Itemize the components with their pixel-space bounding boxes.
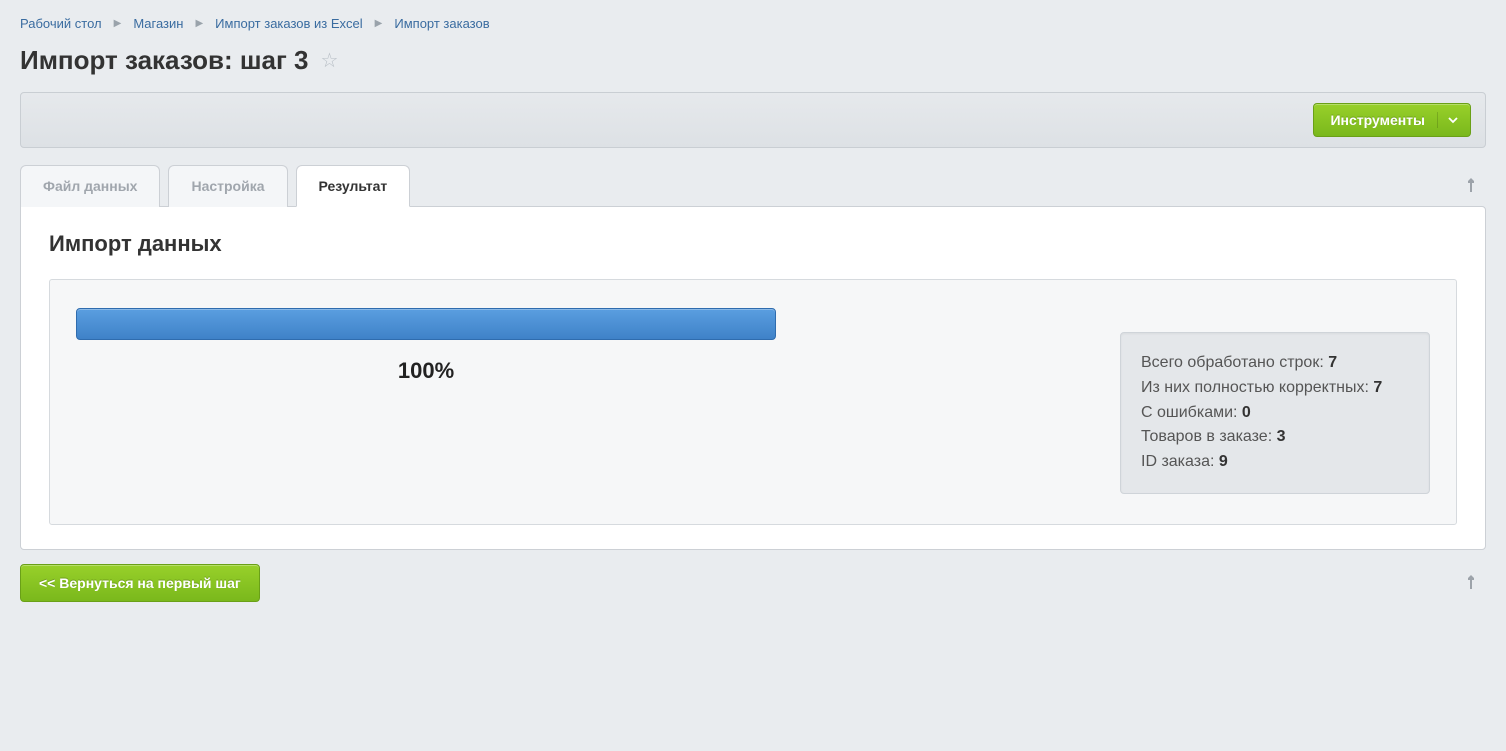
tools-button-label: Инструменты bbox=[1330, 112, 1425, 128]
footer-row: << Вернуться на первый шаг bbox=[20, 564, 1486, 602]
stat-total-value: 7 bbox=[1328, 354, 1337, 371]
content-panel: Импорт данных 100% Всего обработано стро… bbox=[20, 206, 1486, 550]
stat-correct-label: Из них полностью корректных: bbox=[1141, 379, 1369, 396]
tabs-row: Файл данных Настройка Результат bbox=[20, 164, 1486, 206]
toolbar: Инструменты bbox=[20, 92, 1486, 148]
page-title: Импорт заказов: шаг 3 bbox=[20, 45, 309, 76]
stat-orderid-value: 9 bbox=[1219, 453, 1228, 470]
progress-percent: 100% bbox=[76, 358, 776, 384]
tools-button[interactable]: Инструменты bbox=[1313, 103, 1471, 137]
chevron-right-icon: ▶ bbox=[369, 18, 389, 29]
stat-correct-rows: Из них полностью корректных: 7 bbox=[1141, 376, 1409, 401]
stat-items-in-order: Товаров в заказе: 3 bbox=[1141, 425, 1409, 450]
tabs: Файл данных Настройка Результат bbox=[20, 164, 1456, 206]
stat-total-label: Всего обработано строк: bbox=[1141, 354, 1324, 371]
back-to-first-step-button[interactable]: << Вернуться на первый шаг bbox=[20, 564, 260, 602]
breadcrumb-link-shop[interactable]: Магазин bbox=[133, 16, 183, 31]
tab-data-file[interactable]: Файл данных bbox=[20, 165, 160, 207]
stat-items-value: 3 bbox=[1277, 428, 1286, 445]
tab-result[interactable]: Результат bbox=[296, 165, 411, 207]
stats-box: Всего обработано строк: 7 Из них полност… bbox=[1120, 332, 1430, 494]
stat-order-id: ID заказа: 9 bbox=[1141, 450, 1409, 475]
pin-icon[interactable] bbox=[1456, 565, 1486, 600]
breadcrumb-link-import-excel[interactable]: Импорт заказов из Excel bbox=[215, 16, 363, 31]
page-title-row: Импорт заказов: шаг 3 ☆ bbox=[20, 45, 1486, 76]
chevron-down-icon bbox=[1437, 112, 1458, 128]
stat-errors: С ошибками: 0 bbox=[1141, 401, 1409, 426]
import-box: 100% Всего обработано строк: 7 Из них по… bbox=[49, 279, 1457, 525]
tab-settings[interactable]: Настройка bbox=[168, 165, 287, 207]
stat-total-rows: Всего обработано строк: 7 bbox=[1141, 351, 1409, 376]
star-icon[interactable]: ☆ bbox=[321, 48, 339, 73]
stat-errors-value: 0 bbox=[1242, 404, 1251, 421]
progress-section: 100% bbox=[76, 308, 836, 384]
stat-items-label: Товаров в заказе: bbox=[1141, 428, 1272, 445]
stats-section: Всего обработано строк: 7 Из них полност… bbox=[1120, 332, 1430, 494]
progress-bar bbox=[76, 308, 776, 340]
stat-errors-label: С ошибками: bbox=[1141, 404, 1237, 421]
pin-icon[interactable] bbox=[1456, 168, 1486, 203]
content-heading: Импорт данных bbox=[49, 231, 1457, 257]
breadcrumb-link-desktop[interactable]: Рабочий стол bbox=[20, 16, 102, 31]
stat-orderid-label: ID заказа: bbox=[1141, 453, 1214, 470]
stat-correct-value: 7 bbox=[1373, 379, 1382, 396]
breadcrumb: Рабочий стол ▶ Магазин ▶ Импорт заказов … bbox=[20, 0, 1486, 45]
chevron-right-icon: ▶ bbox=[108, 18, 128, 29]
breadcrumb-link-import-orders[interactable]: Импорт заказов bbox=[394, 16, 489, 31]
chevron-right-icon: ▶ bbox=[189, 18, 209, 29]
